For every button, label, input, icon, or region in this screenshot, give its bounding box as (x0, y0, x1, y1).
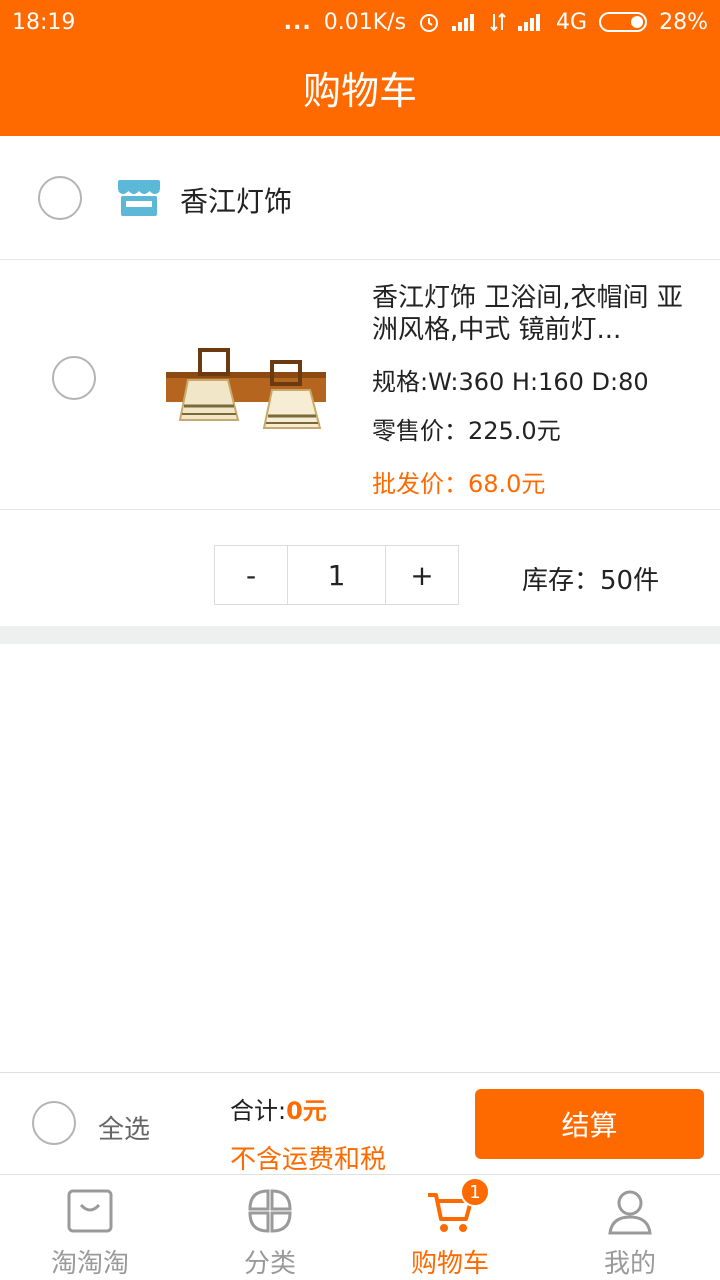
alarm-icon (420, 14, 439, 32)
tab-home-label: 淘淘淘 (50, 1249, 129, 1279)
increase-button[interactable]: + (386, 546, 458, 604)
tab-home[interactable]: 淘淘淘 (0, 1175, 180, 1280)
shop-name[interactable]: 香江灯饰 (180, 180, 292, 220)
quantity-row: - 1 + 库存：50件 (0, 510, 720, 626)
section-divider (0, 626, 720, 644)
bottom-tab-bar: 淘淘淘 分类 1 购物车 我的 (0, 1174, 720, 1280)
item-select-radio[interactable] (52, 356, 96, 400)
category-icon (248, 1189, 292, 1233)
tab-category-label: 分类 (243, 1249, 296, 1279)
total-price: 合计:0元 (230, 1091, 327, 1126)
total-label: 合计: (230, 1097, 287, 1125)
product-title[interactable]: 香江灯饰 卫浴间,衣帽间 亚洲风格,中式 镜前灯... (372, 282, 707, 346)
select-all-label[interactable]: 全选 (98, 1109, 150, 1146)
retail-price: 零售价：225.0元 (372, 417, 561, 445)
cart-item: 香江灯饰 卫浴间,衣帽间 亚洲风格,中式 镜前灯... 规格:W:360 H:1… (0, 260, 720, 510)
product-spec: 规格:W:360 H:160 D:80 (372, 368, 649, 396)
top-bar: 18:19 ... 0.01K/s 4G 28% 购物车 (0, 0, 720, 136)
status-bar: 18:19 ... 0.01K/s 4G 28% (0, 0, 720, 44)
tab-category[interactable]: 分类 (180, 1175, 360, 1280)
battery-level: 28% (659, 9, 708, 35)
shop-select-radio[interactable] (38, 176, 82, 220)
wholesale-price: 批发价：68.0元 (372, 470, 546, 498)
signal-icon (452, 13, 478, 31)
checkout-button[interactable]: 结算 (475, 1089, 704, 1159)
product-image[interactable] (160, 340, 330, 435)
signal-icon-2 (518, 13, 544, 31)
product-info: 香江灯饰 卫浴间,衣帽间 亚洲风格,中式 镜前灯... 规格:W:360 H:1… (372, 282, 707, 499)
battery-icon (599, 12, 648, 32)
more-dots-icon: ... (283, 9, 312, 35)
quantity-stepper: - 1 + (214, 545, 459, 605)
decrease-button[interactable]: - (215, 546, 287, 604)
network-speed: 0.01K/s (323, 9, 407, 35)
bag-icon (67, 1189, 113, 1233)
tab-profile[interactable]: 我的 (540, 1175, 720, 1280)
select-all-radio[interactable] (32, 1101, 76, 1145)
user-icon (608, 1190, 652, 1235)
network-type: 4G (556, 9, 588, 35)
status-time: 18:19 (12, 9, 76, 35)
tab-profile-label: 我的 (603, 1249, 656, 1279)
status-right: ... 0.01K/s 4G 28% (284, 10, 708, 35)
shipping-note: 不含运费和税 (230, 1145, 387, 1175)
page-title: 购物车 (302, 69, 417, 113)
store-icon (118, 180, 160, 216)
checkout-bar: 全选 合计:0元 不含运费和税 结算 (0, 1072, 720, 1175)
cart-badge: 1 (460, 1177, 490, 1207)
quantity-value[interactable]: 1 (287, 546, 386, 604)
tab-cart[interactable]: 1 购物车 (360, 1175, 540, 1280)
tab-cart-label: 购物车 (410, 1249, 489, 1279)
data-transfer-icon (490, 12, 506, 32)
stock-count: 库存：50件 (522, 566, 660, 596)
total-amount: 0元 (286, 1097, 327, 1125)
shop-row: 香江灯饰 (0, 136, 720, 260)
